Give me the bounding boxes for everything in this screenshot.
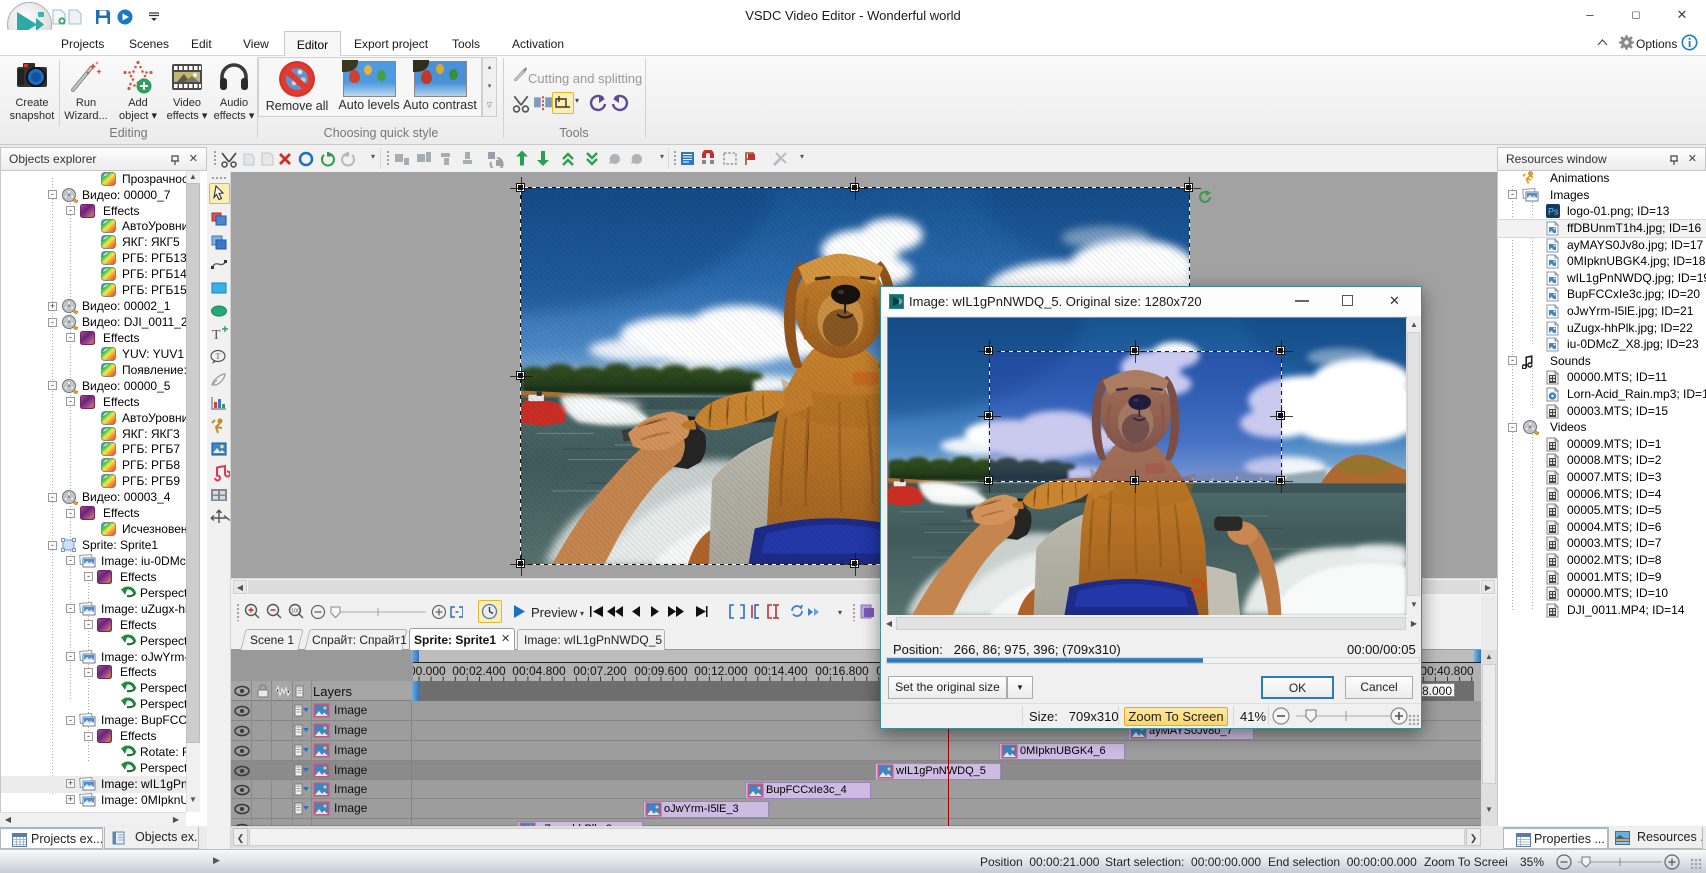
svg-text:00:00.000: 00:00.000	[413, 664, 446, 678]
svg-text:00:04.800: 00:04.800	[512, 664, 566, 678]
svg-text:00:12.000: 00:12.000	[694, 664, 748, 678]
svg-text:00:40.800: 00:40.800	[1420, 664, 1474, 678]
svg-text:00:14.400: 00:14.400	[754, 664, 808, 678]
svg-text:100: 100	[291, 609, 300, 615]
svg-text:00:02.400: 00:02.400	[452, 664, 506, 678]
svg-text:T: T	[212, 328, 221, 343]
svg-text:Ps: Ps	[1548, 207, 1559, 217]
svg-text:00:09.600: 00:09.600	[634, 664, 688, 678]
svg-text:00:07.200: 00:07.200	[573, 664, 627, 678]
svg-text:00:16.800: 00:16.800	[815, 664, 869, 678]
svg-text:T: T	[216, 352, 221, 361]
